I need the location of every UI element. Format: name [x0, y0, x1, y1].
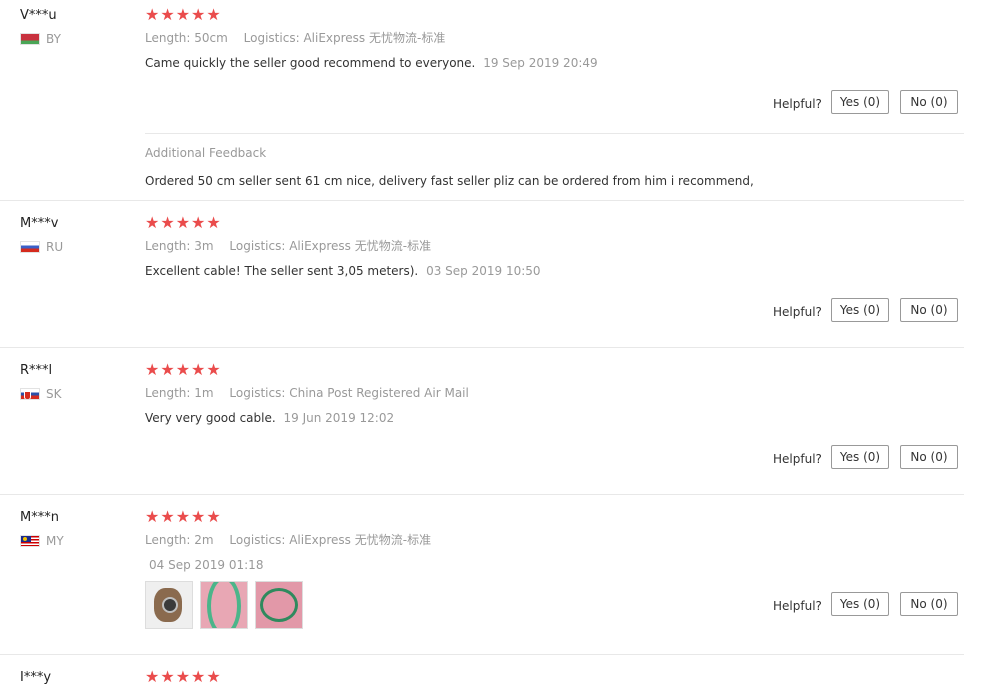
helpful-yes-button[interactable]: Yes (0) — [831, 592, 889, 616]
helpful-no-button[interactable]: No (0) — [900, 592, 958, 616]
review-attributes: Length: 50cm Logistics: AliExpress 无忧物流-… — [145, 31, 457, 45]
reviewer-info: M***v RU — [20, 216, 63, 254]
length-label: Length: — [145, 533, 191, 547]
review-photo-thumbnail[interactable] — [145, 581, 193, 629]
logistics-value: AliExpress 无忧物流-标准 — [289, 533, 432, 547]
length-label: Length: — [145, 31, 191, 45]
helpful-yes-button[interactable]: Yes (0) — [831, 445, 889, 469]
reviewer-info: M***n MY — [20, 510, 64, 548]
flag-by-icon — [20, 33, 40, 45]
reviewer-country: SK — [20, 387, 62, 401]
country-code: SK — [46, 387, 62, 401]
logistics-value: AliExpress 无忧物流-标准 — [289, 239, 432, 253]
reviewer-country: RU — [20, 240, 63, 254]
reviewer-country: BY — [20, 32, 61, 46]
review-divider — [0, 200, 964, 201]
reviewer-country: MY — [20, 534, 64, 548]
helpful-yes-button[interactable]: Yes (0) — [831, 90, 889, 114]
reviewer-name: R***l — [20, 363, 53, 378]
reviewer-name: V***u — [20, 8, 57, 23]
reviewer-info: I***y — [20, 670, 51, 686]
review-attributes: Length: 1m Logistics: China Post Registe… — [145, 386, 481, 400]
review-divider — [0, 494, 964, 495]
length-value: 50cm — [194, 31, 228, 45]
reviewer-name: M***v — [20, 216, 59, 231]
length-label: Length: — [145, 386, 191, 400]
additional-feedback-text: Ordered 50 cm seller sent 61 cm nice, de… — [145, 174, 754, 188]
helpful-label: Helpful? — [773, 599, 822, 613]
star-rating: ★★★★★ — [145, 5, 222, 24]
flag-sk-icon — [20, 388, 40, 400]
helpful-no-button[interactable]: No (0) — [900, 90, 958, 114]
flag-my-icon — [20, 535, 40, 547]
country-code: BY — [46, 32, 61, 46]
logistics-label: Logistics: — [243, 31, 300, 45]
review-comment: Excellent cable! The seller sent 3,05 me… — [145, 264, 419, 278]
review-text: Excellent cable! The seller sent 3,05 me… — [145, 264, 541, 278]
length-label: Length: — [145, 239, 191, 253]
review-divider — [0, 654, 964, 655]
reviews-page: V***u BY ★★★★★ Length: 50cm Logistics: A… — [0, 0, 984, 697]
helpful-label: Helpful? — [773, 97, 822, 111]
star-rating: ★★★★★ — [145, 667, 222, 686]
length-value: 2m — [194, 533, 214, 547]
logistics-label: Logistics: — [229, 533, 286, 547]
helpful-yes-button[interactable]: Yes (0) — [831, 298, 889, 322]
divider — [145, 133, 964, 134]
helpful-no-button[interactable]: No (0) — [900, 298, 958, 322]
reviewer-name: M***n — [20, 510, 59, 525]
review-text: Very very good cable. 19 Jun 2019 12:02 — [145, 411, 394, 425]
star-rating: ★★★★★ — [145, 507, 222, 526]
reviewer-name: I***y — [20, 670, 52, 685]
helpful-no-button[interactable]: No (0) — [900, 445, 958, 469]
review-photo-thumbnail[interactable] — [200, 581, 248, 629]
review-text: Came quickly the seller good recommend t… — [145, 56, 598, 70]
star-rating: ★★★★★ — [145, 360, 222, 379]
review-attributes: Length: 3m Logistics: AliExpress 无忧物流-标准 — [145, 239, 443, 253]
length-value: 3m — [194, 239, 214, 253]
helpful-label: Helpful? — [773, 452, 822, 466]
review-photo-thumbnail[interactable] — [255, 581, 303, 629]
reviewer-info: V***u BY — [20, 8, 61, 46]
logistics-value: AliExpress 无忧物流-标准 — [303, 31, 446, 45]
logistics-label: Logistics: — [229, 239, 286, 253]
review-date: 19 Jun 2019 12:02 — [283, 411, 395, 425]
logistics-label: Logistics: — [229, 386, 286, 400]
review-attributes: Length: 2m Logistics: AliExpress 无忧物流-标准 — [145, 533, 443, 547]
review-comment: Very very good cable. — [145, 411, 276, 425]
logistics-value: China Post Registered Air Mail — [289, 386, 469, 400]
reviewer-info: R***l SK — [20, 363, 62, 401]
review-date: 04 Sep 2019 01:18 — [149, 558, 264, 572]
review-photos — [145, 581, 310, 629]
length-value: 1m — [194, 386, 214, 400]
review-comment: Came quickly the seller good recommend t… — [145, 56, 476, 70]
review-divider — [0, 347, 964, 348]
country-code: RU — [46, 240, 64, 254]
helpful-label: Helpful? — [773, 305, 822, 319]
country-code: MY — [46, 534, 64, 548]
star-rating: ★★★★★ — [145, 213, 222, 232]
flag-ru-icon — [20, 241, 40, 253]
additional-feedback-title: Additional Feedback — [145, 146, 267, 160]
review-date: 19 Sep 2019 20:49 — [483, 56, 598, 70]
review-date: 03 Sep 2019 10:50 — [426, 264, 541, 278]
